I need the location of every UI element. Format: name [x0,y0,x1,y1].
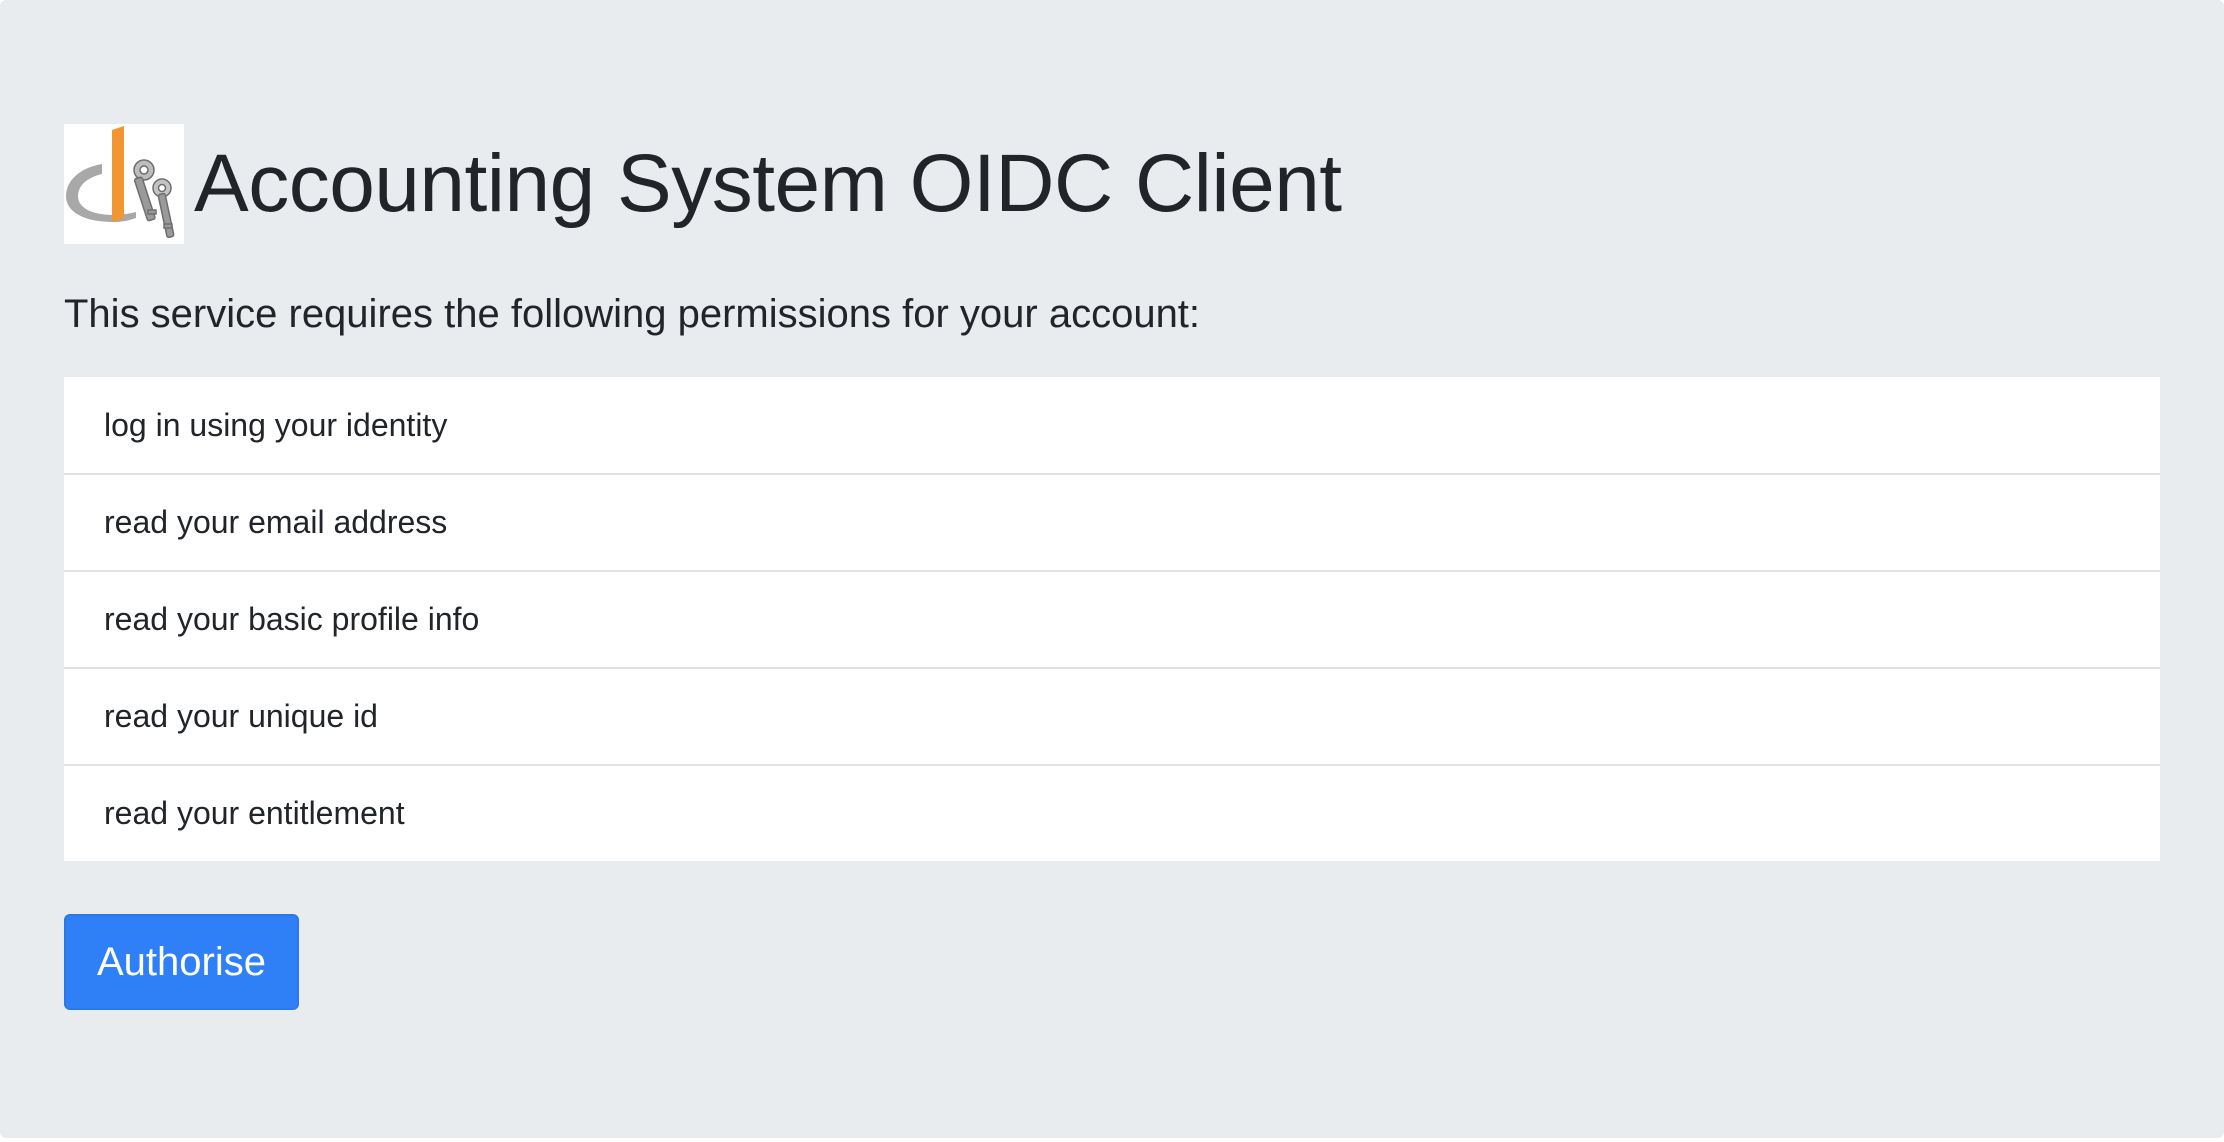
permission-item: read your entitlement [64,764,2160,861]
permissions-list: log in using your identity read your ema… [64,377,2160,861]
permission-item: read your basic profile info [64,570,2160,667]
permissions-intro: This service requires the following perm… [64,292,1201,336]
permission-item: log in using your identity [104,406,448,443]
page-title: Accounting System OIDC Client [194,138,1342,229]
consent-panel: Accounting System OIDC Client This servi… [0,0,2224,1138]
openid-keys-logo-icon [64,124,184,244]
page-header: Accounting System OIDC Client [64,124,1342,244]
permission-item: read your email address [64,473,2160,570]
authorise-button[interactable]: Authorise [64,914,299,1010]
permission-item: read your unique id [64,667,2160,764]
